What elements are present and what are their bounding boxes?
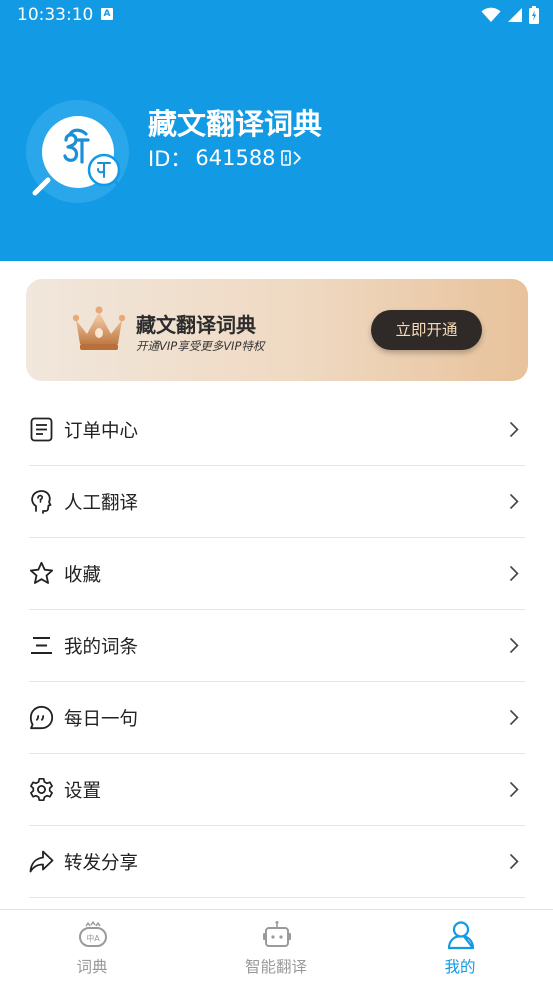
- app-title: 藏文翻译词典: [148, 107, 323, 141]
- signal-icon: [508, 8, 522, 22]
- tab-label: 智能翻译: [244, 958, 307, 976]
- notification-badge-icon: A: [101, 8, 113, 20]
- activate-vip-button[interactable]: 立即开通: [371, 310, 482, 350]
- menu-item-daily-sentence[interactable]: 每日一句: [29, 682, 525, 754]
- menu-item-label: 收藏: [64, 565, 102, 586]
- svg-text:中A: 中A: [86, 933, 100, 943]
- settings-menu: 订单中心 人工翻译 收藏 我的词条 每日一句 设置 转发分享: [29, 394, 525, 898]
- chevron-right-icon: [509, 637, 519, 654]
- dictionary-icon: 中A: [79, 921, 107, 947]
- share-arrow-icon: [29, 850, 54, 873]
- robot-icon: [263, 921, 291, 947]
- menu-item-label: 我的词条: [64, 637, 139, 658]
- tab-label: 词典: [76, 958, 108, 976]
- tab-label: 我的: [444, 958, 476, 976]
- user-id-label: ID：: [148, 147, 192, 171]
- menu-item-label: 设置: [64, 781, 102, 802]
- status-time: 10:33:10: [17, 5, 94, 25]
- vip-subtitle: 开通VIP享受更多VIP特权: [136, 339, 265, 353]
- human-head-icon: [31, 490, 52, 514]
- battery-icon: [529, 6, 539, 24]
- status-bar: 10:33:10 A: [0, 0, 553, 30]
- menu-item-label: 每日一句: [64, 709, 139, 730]
- tibetan-dictionary-logo-icon: [32, 116, 123, 196]
- quote-bubble-icon: [29, 705, 54, 730]
- gear-icon: [30, 777, 53, 802]
- menu-item-label: 转发分享: [64, 853, 139, 874]
- chevron-right-icon: [509, 565, 519, 582]
- person-icon: [447, 921, 475, 950]
- chevron-right-icon: [509, 493, 519, 510]
- wifi-icon: [481, 7, 501, 22]
- order-list-icon: [30, 417, 53, 442]
- user-id-value: 641588: [195, 146, 276, 170]
- chevron-right-icon: [509, 781, 519, 798]
- menu-item-favorites[interactable]: 收藏: [29, 538, 525, 610]
- menu-item-label: 人工翻译: [64, 493, 139, 514]
- chevron-right-icon: [509, 853, 519, 870]
- tab-dictionary[interactable]: 中A 词典: [0, 910, 184, 985]
- menu-item-share[interactable]: 转发分享: [29, 826, 525, 898]
- status-icons: [481, 6, 539, 24]
- menu-item-my-entries[interactable]: 我的词条: [29, 610, 525, 682]
- tab-smart-translate[interactable]: 智能翻译: [184, 910, 368, 985]
- bottom-tab-bar: 中A 词典 智能翻译 我的: [0, 909, 553, 985]
- tab-mine[interactable]: 我的: [368, 910, 552, 985]
- menu-item-settings[interactable]: 设置: [29, 754, 525, 826]
- entries-lines-icon: [31, 637, 52, 654]
- profile-header: 10:33:10 A 藏文翻译词典 ID： 641588: [0, 0, 553, 261]
- chevron-right-icon: [509, 421, 519, 438]
- menu-item-label: 订单中心: [64, 421, 139, 442]
- chevron-right-icon: [509, 709, 519, 726]
- user-id[interactable]: ID： 641588: [148, 143, 304, 173]
- star-icon: [29, 561, 54, 584]
- menu-item-human-translation[interactable]: 人工翻译: [29, 466, 525, 538]
- avatar[interactable]: [26, 100, 129, 203]
- vip-card[interactable]: 藏文翻译词典 开通VIP享受更多VIP特权 立即开通: [26, 279, 528, 381]
- menu-item-orders[interactable]: 订单中心: [29, 394, 525, 466]
- switch-account-icon[interactable]: [280, 149, 304, 167]
- vip-title: 藏文翻译词典: [136, 313, 256, 337]
- crown-icon: [72, 306, 126, 350]
